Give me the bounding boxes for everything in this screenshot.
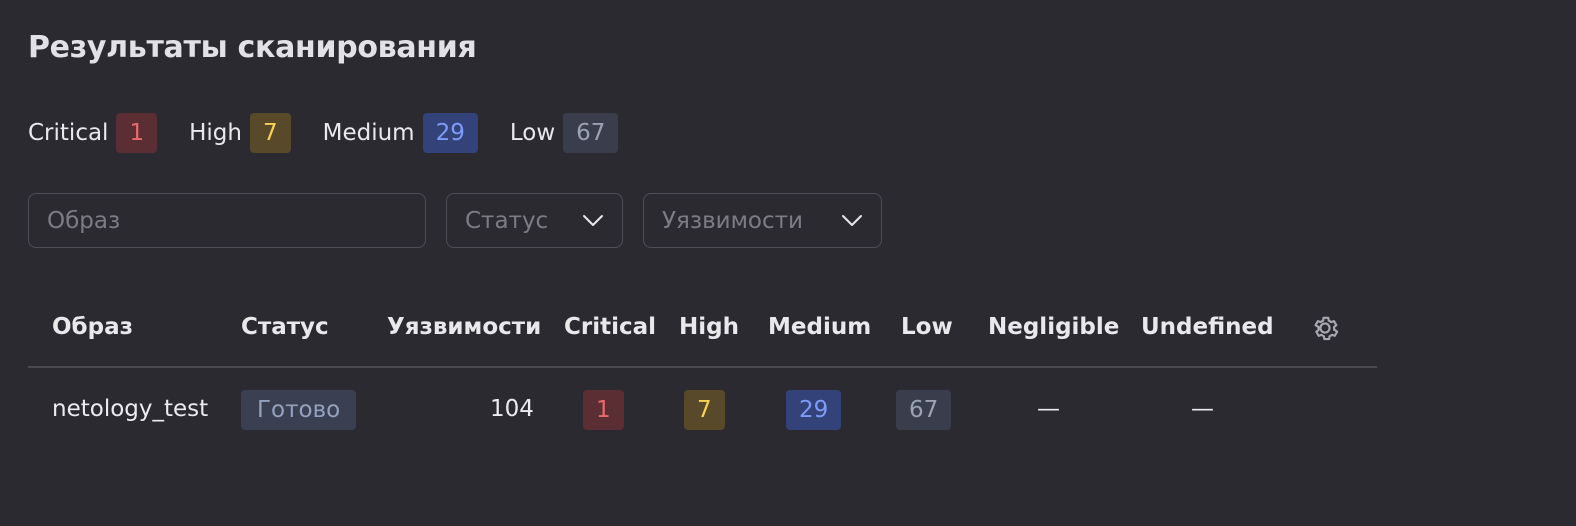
summary-medium-label: Medium <box>322 120 415 146</box>
row-image-name[interactable]: netology_test <box>52 396 208 422</box>
summary-high: High 7 <box>189 113 291 153</box>
table-header: Образ Статус Уязвимости Critical High Me… <box>28 300 1377 368</box>
vulnerabilities-select-placeholder: Уязвимости <box>662 207 803 234</box>
summary-medium-badge: 29 <box>422 113 478 153</box>
column-header-negligible[interactable]: Negligible <box>988 314 1119 340</box>
scan-results-page: Результаты сканирования Critical 1 High … <box>0 0 1576 526</box>
summary-low-badge: 67 <box>563 113 619 153</box>
row-medium-badge: 29 <box>786 390 842 430</box>
page-title: Результаты сканирования <box>28 30 477 65</box>
column-header-critical[interactable]: Critical <box>564 314 656 340</box>
summary-low: Low 67 <box>510 113 619 153</box>
summary-high-label: High <box>189 120 242 146</box>
column-header-vulnerabilities[interactable]: Уязвимости <box>387 314 541 340</box>
status-select[interactable]: Статус <box>446 193 623 248</box>
column-header-image[interactable]: Образ <box>52 314 133 340</box>
column-header-medium[interactable]: Medium <box>768 314 871 340</box>
column-header-status[interactable]: Статус <box>241 314 329 340</box>
gear-icon[interactable] <box>1309 312 1341 344</box>
column-header-high[interactable]: High <box>679 314 739 340</box>
summary-critical: Critical 1 <box>28 113 158 153</box>
column-header-low[interactable]: Low <box>901 314 953 340</box>
summary-critical-badge: 1 <box>116 113 158 153</box>
chevron-down-icon <box>842 214 862 226</box>
summary-high-badge: 7 <box>249 113 291 153</box>
row-low-badge: 67 <box>896 390 952 430</box>
summary-low-label: Low <box>509 120 556 146</box>
summary-medium: Medium 29 <box>323 113 478 153</box>
vulnerabilities-select[interactable]: Уязвимости <box>643 193 882 248</box>
row-negligible-value: — <box>1037 396 1060 422</box>
row-undefined-value: — <box>1191 396 1214 422</box>
row-vulnerabilities-total: 104 <box>490 396 534 422</box>
column-header-undefined[interactable]: Undefined <box>1141 314 1274 340</box>
image-search-input[interactable] <box>47 207 407 234</box>
row-high-badge: 7 <box>684 390 725 430</box>
chevron-down-icon <box>583 214 603 226</box>
status-badge: Готово <box>241 390 357 430</box>
summary-critical-label: Critical <box>28 120 109 146</box>
status-select-placeholder: Статус <box>465 207 549 234</box>
image-filter[interactable] <box>28 193 426 248</box>
severity-summary: Critical 1 High 7 Medium 29 Low 67 <box>28 113 650 153</box>
row-critical-badge: 1 <box>583 390 624 430</box>
table-row[interactable]: netology_test Готово 104 1 7 29 67 — — <box>28 368 1377 452</box>
